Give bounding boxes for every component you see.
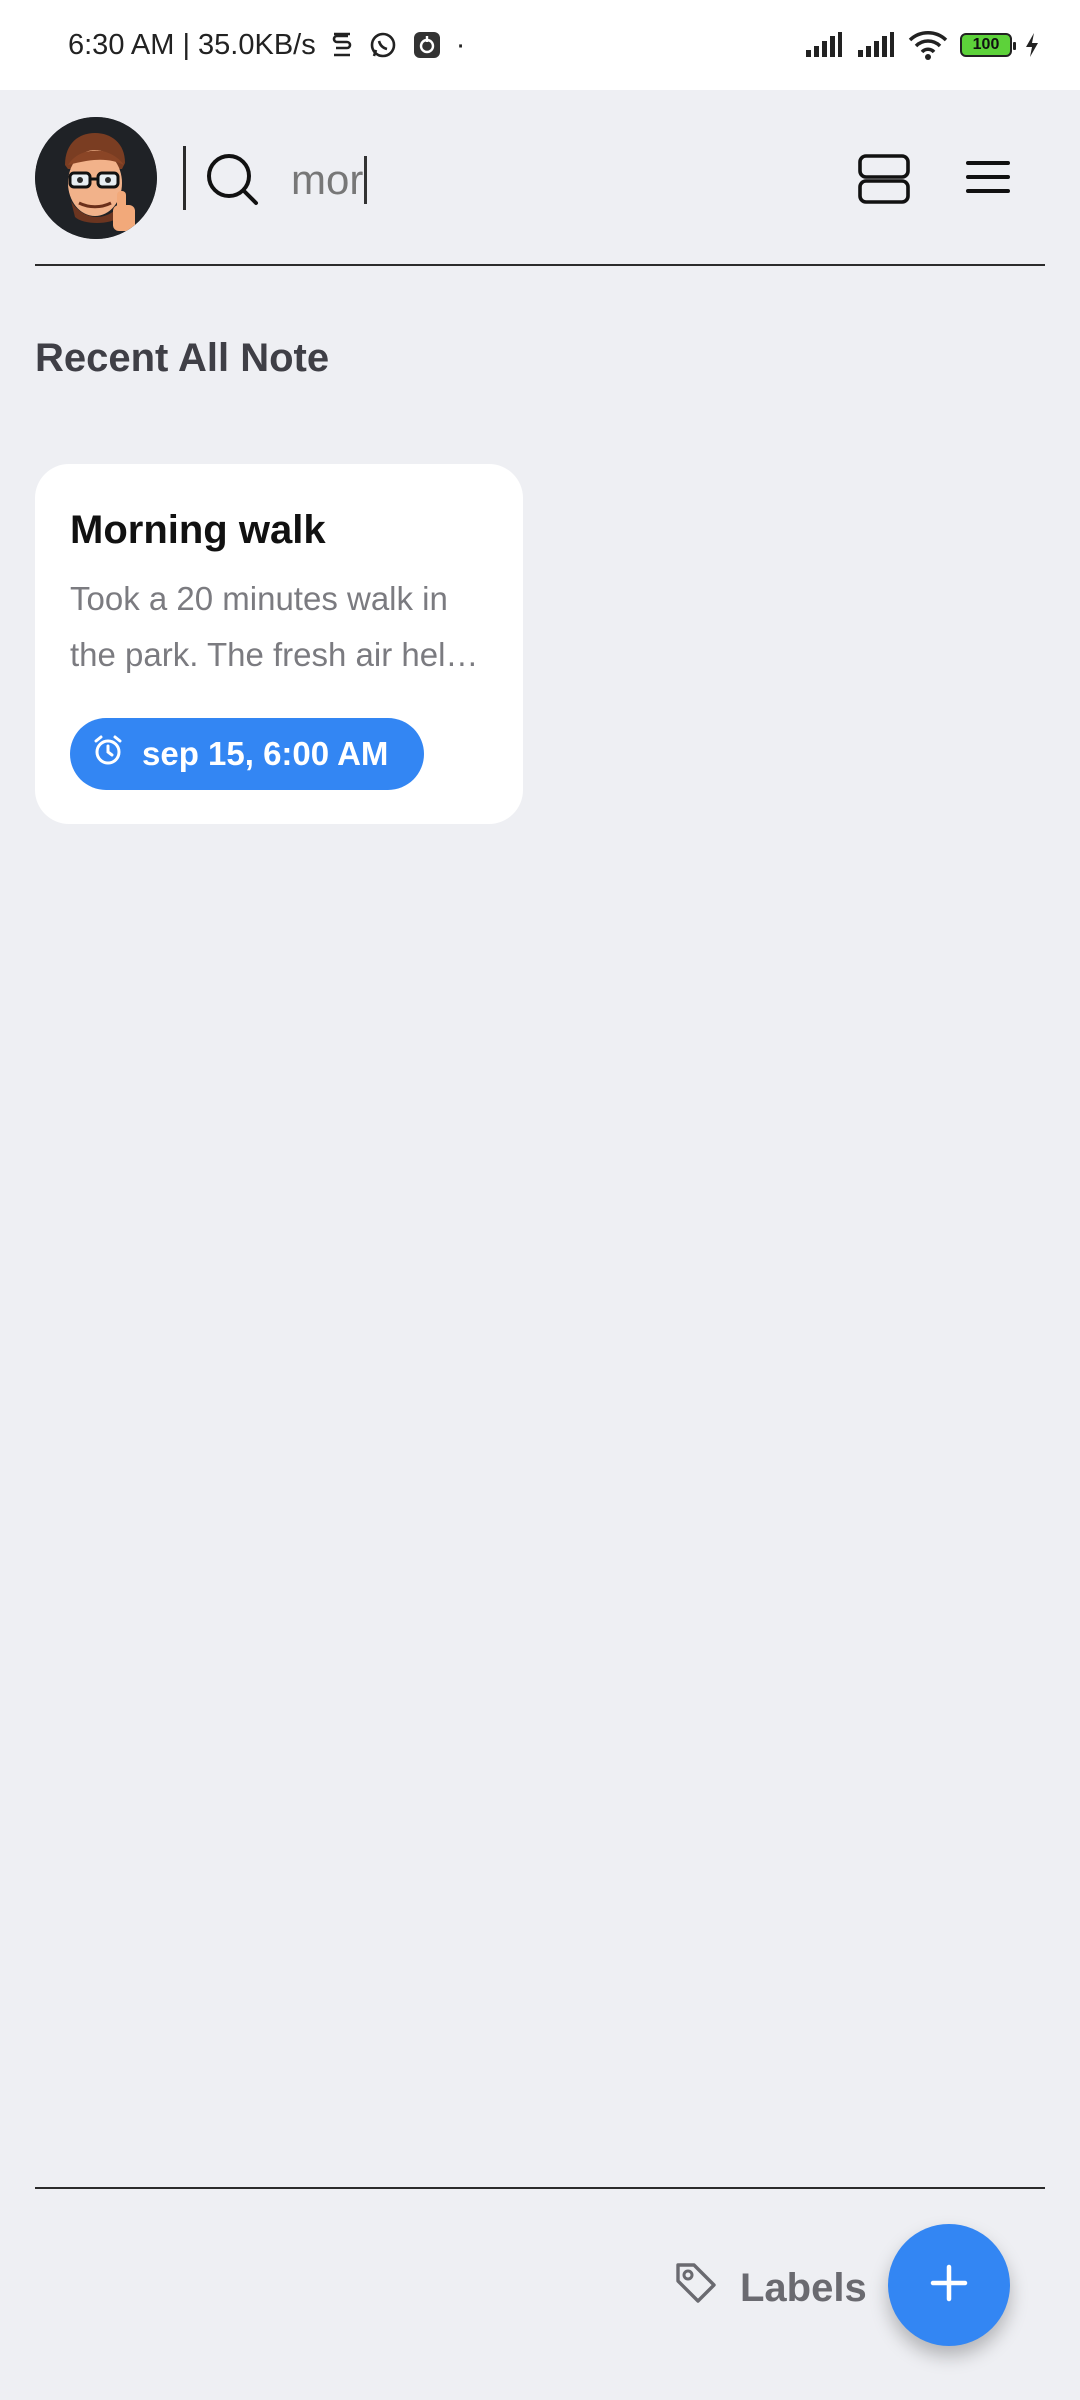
app-icon [412,30,442,60]
reminder-text: sep 15, 6:00 AM [142,735,389,772]
labels-label: Labels [740,2265,867,2310]
wifi-icon [908,30,948,60]
app-bar: mor [35,90,1045,266]
signal-icon [804,32,844,58]
header-divider [183,146,186,210]
signal-icon [856,32,896,58]
battery-icon: 100 [960,33,1016,57]
status-bar: 6:30 AM | 35.0KB/s · 100 [0,0,1080,90]
labels-button[interactable]: Labels [672,2258,867,2318]
view-toggle-icon[interactable] [857,152,911,206]
notification-s-icon [330,31,354,59]
note-title: Morning walk [70,508,326,552]
alarm-icon [92,734,124,774]
add-note-button[interactable] [888,2224,1010,2346]
search-icon[interactable] [205,152,261,208]
text-caret [364,156,368,204]
charging-icon [1024,32,1040,58]
menu-icon[interactable] [965,154,1011,200]
status-right: 100 [804,30,1040,60]
section-title: Recent All Note [35,336,330,380]
search-input-value: mor [291,156,364,203]
avatar[interactable] [35,117,157,239]
plus-icon [929,2263,969,2308]
status-left: 6:30 AM | 35.0KB/s · [68,29,465,62]
whatsapp-icon [368,30,398,60]
note-body: Took a 20 minutes walk in the park. The … [70,580,479,673]
reminder-chip[interactable]: sep 15, 6:00 AM [70,718,424,790]
search-input[interactable]: mor [291,142,851,218]
tag-icon [672,2259,720,2317]
note-card[interactable]: Morning walk Took a 20 minutes walk in t… [35,464,523,824]
status-time-speed: 6:30 AM | 35.0KB/s [68,28,316,61]
status-dot: · [455,28,466,61]
bottom-divider [35,2187,1045,2189]
